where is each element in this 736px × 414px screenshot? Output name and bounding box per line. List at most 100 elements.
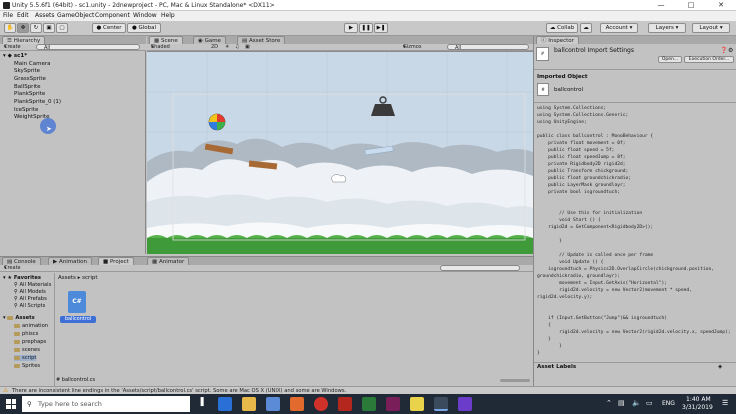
assets-root[interactable]: ▾ Assets xyxy=(3,315,35,321)
csharp-file-icon[interactable]: C# xyxy=(68,291,86,313)
favorite-item[interactable]: ⚲ All Materials xyxy=(14,282,51,288)
help-icon[interactable]: ❓ xyxy=(720,47,727,54)
tab-project[interactable]: ■ Project xyxy=(98,257,134,265)
rect-tool-icon[interactable]: ▢ xyxy=(56,23,68,33)
close-button[interactable]: ✕ xyxy=(706,0,736,11)
scale-tool-icon[interactable]: ▣ xyxy=(43,23,55,33)
gizmos-dropdown[interactable]: Gizmos ▾ xyxy=(403,44,421,51)
collab-button[interactable]: ☁ Collab xyxy=(546,23,578,33)
file-name-label[interactable]: ballcontrol xyxy=(60,316,96,323)
folder-item-selected[interactable]: script xyxy=(14,355,37,361)
tray-chevron-icon[interactable]: ⌃ xyxy=(606,399,612,407)
hierarchy-search-input[interactable]: All xyxy=(36,44,140,51)
folder-item[interactable]: Sprites xyxy=(14,363,40,369)
pause-button[interactable]: ❚❚ xyxy=(359,23,373,33)
menu-component[interactable]: Component xyxy=(95,12,130,19)
edge-icon[interactable] xyxy=(218,397,232,411)
visual-studio-icon[interactable] xyxy=(458,397,472,411)
move-tool-icon[interactable]: ✥ xyxy=(17,23,29,33)
tab-game[interactable]: ◉ Game xyxy=(193,36,226,44)
layers-dropdown[interactable]: Layers ▾ xyxy=(648,23,686,33)
hierarchy-item[interactable]: IceSprite xyxy=(14,107,38,113)
clock-date[interactable]: 3/31/2019 xyxy=(682,404,713,411)
volume-icon[interactable]: 🔈 xyxy=(632,399,641,407)
step-button[interactable]: ▶❚ xyxy=(374,23,388,33)
unity-taskbar-icon[interactable] xyxy=(434,397,448,411)
windows-start-icon[interactable] xyxy=(6,399,16,409)
favorite-item[interactable]: ⚲ All Models xyxy=(14,289,46,295)
pivot-toggle[interactable]: ● Center xyxy=(92,23,126,33)
menu-assets[interactable]: Assets xyxy=(35,12,55,19)
dx-app-icon[interactable] xyxy=(338,397,352,411)
tab-asset-store[interactable]: ▤ Asset Store xyxy=(237,36,286,44)
folder-item[interactable]: prephaps xyxy=(14,339,46,345)
breadcrumb-assets[interactable]: Assets xyxy=(58,275,76,281)
battery-icon[interactable]: ▭ xyxy=(646,399,653,407)
project-search-input[interactable] xyxy=(440,265,520,271)
app-icon-green[interactable] xyxy=(362,397,376,411)
icon-size-slider[interactable] xyxy=(500,379,530,382)
tab-hierarchy[interactable]: ☰ Hierarchy xyxy=(2,36,46,44)
open-button[interactable]: Open... xyxy=(658,56,682,63)
mail-icon[interactable] xyxy=(290,397,304,411)
effects-toggle-icon[interactable]: ▣ xyxy=(245,44,250,51)
scene-root[interactable]: ▾ ◆ sc1* xyxy=(3,53,27,59)
clock-time[interactable]: 1:40 AM xyxy=(686,396,711,403)
tab-animator[interactable]: ▦ Animator xyxy=(147,257,190,265)
xd-app-icon[interactable] xyxy=(386,397,400,411)
cloud-icon[interactable]: ☁ xyxy=(580,23,592,33)
hierarchy-create-button[interactable]: Create ▾ xyxy=(4,44,21,51)
lighting-toggle-icon[interactable]: ☀ xyxy=(225,44,229,51)
hierarchy-item[interactable]: Main Camera xyxy=(14,61,50,67)
menu-help[interactable]: Help xyxy=(161,12,175,19)
favorite-item[interactable]: ⚲ All Scripts xyxy=(14,303,45,309)
hierarchy-item[interactable]: BallSprite xyxy=(14,84,41,90)
code-line: private Rigidbody2D rigid2d; xyxy=(537,162,626,167)
opera-icon[interactable] xyxy=(314,397,328,411)
shading-dropdown[interactable]: Shaded ▾ xyxy=(151,44,170,51)
tab-inspector[interactable]: ⓘ Inspector xyxy=(536,36,579,44)
space-toggle[interactable]: ● Global xyxy=(127,23,161,33)
rotate-tool-icon[interactable]: ↻ xyxy=(30,23,42,33)
scene-search-input[interactable]: All xyxy=(447,44,529,51)
label-tag-icon[interactable]: ◈ xyxy=(718,364,722,370)
menu-window[interactable]: Window xyxy=(133,12,157,19)
hierarchy-item[interactable]: PlankSprite_0 (1) xyxy=(14,99,61,105)
hierarchy-item[interactable]: PlankSprite xyxy=(14,91,45,97)
taskbar-search-input[interactable]: ⚲ Type here to search xyxy=(22,396,190,412)
project-create-button[interactable]: Create ▾ xyxy=(4,265,21,272)
settings-gear-icon[interactable]: ⚙ xyxy=(728,47,733,54)
ball-sprite[interactable] xyxy=(208,113,226,131)
play-button[interactable]: ▶ xyxy=(344,23,358,33)
hand-tool-icon[interactable]: ✋ xyxy=(4,23,16,33)
tab-console[interactable]: ▤ Console xyxy=(2,257,41,265)
file-explorer-icon[interactable] xyxy=(242,397,256,411)
language-indicator[interactable]: ENG xyxy=(662,400,675,407)
audio-toggle-icon[interactable]: ♫ xyxy=(235,44,239,51)
tab-scene[interactable]: ▦ Scene xyxy=(149,36,183,44)
task-view-icon[interactable]: ❚ xyxy=(195,397,209,411)
network-icon[interactable]: ▤ xyxy=(618,399,625,407)
minimize-button[interactable]: — xyxy=(646,0,676,11)
folder-item[interactable]: phiscs xyxy=(14,331,38,337)
favorite-item[interactable]: ⚲ All Prefabs xyxy=(14,296,47,302)
hierarchy-item[interactable]: GrassSprite xyxy=(14,76,46,82)
maximize-button[interactable]: □ xyxy=(676,0,706,11)
menu-file[interactable]: File xyxy=(3,12,13,19)
menu-edit[interactable]: Edit xyxy=(17,12,29,19)
menu-gameobject[interactable]: GameObject xyxy=(57,12,94,19)
sticky-notes-icon[interactable] xyxy=(410,397,424,411)
store-icon[interactable] xyxy=(266,397,280,411)
layout-dropdown[interactable]: Layout ▾ xyxy=(692,23,730,33)
notifications-icon[interactable]: ☰ xyxy=(722,399,728,407)
folder-item[interactable]: scenes xyxy=(14,347,40,353)
scene-canvas[interactable] xyxy=(147,52,533,254)
hierarchy-item[interactable]: SkySprite xyxy=(14,68,40,74)
breadcrumb-script[interactable]: script xyxy=(82,275,97,281)
favorites-root[interactable]: ▾ ★ Favorites xyxy=(3,275,41,281)
folder-item[interactable]: animation xyxy=(14,323,48,329)
tab-animation[interactable]: ▶ Animation xyxy=(48,257,93,265)
execution-order-button[interactable]: Execution Order... xyxy=(684,56,734,63)
account-dropdown[interactable]: Account ▾ xyxy=(600,23,638,33)
layers-label: Layers xyxy=(655,25,674,31)
